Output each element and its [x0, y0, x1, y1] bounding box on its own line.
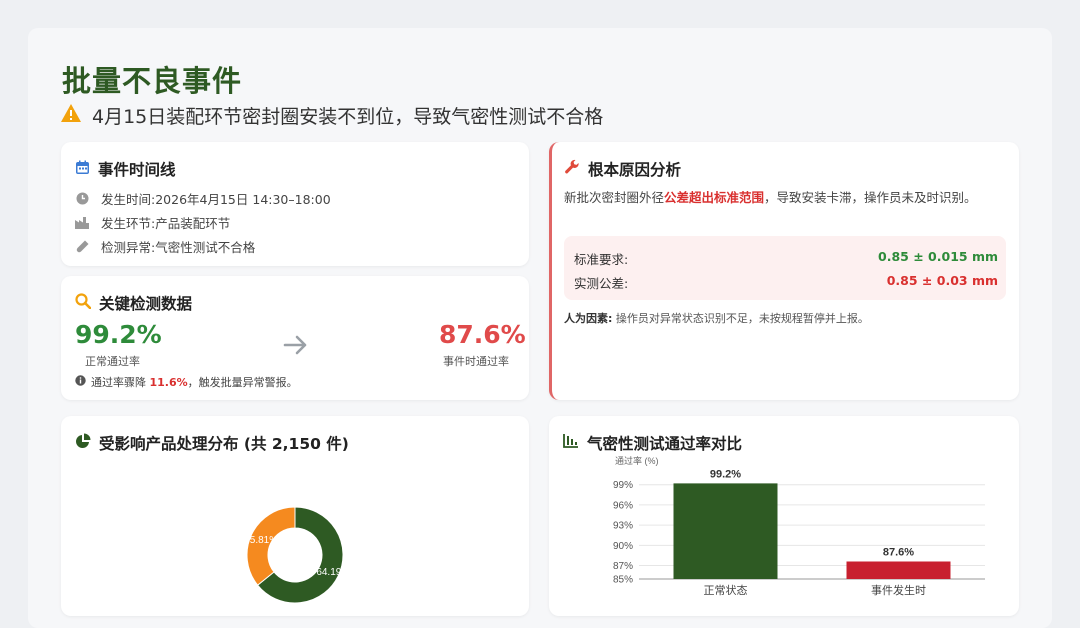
root-cause-text: 新批次密封圈外径公差超出标准范围，导致安装卡滞，操作员未及时识别。 — [564, 187, 1004, 209]
factory-icon — [75, 216, 89, 229]
timeline-card: 事件时间线 发生时间:2026年4月15日 14:30–18:00 发生环节:产… — [61, 142, 529, 266]
comparison-title-text: 气密性测试通过率对比 — [587, 435, 743, 453]
key-data-title: 关键检测数据 — [75, 292, 192, 314]
subtitle-text: 4月15日装配环节密封圈安装不到位，导致气密性测试不合格 — [92, 106, 604, 128]
y-tick-label: 99% — [613, 480, 633, 491]
bar — [846, 561, 951, 579]
key-data-title-text: 关键检测数据 — [99, 295, 193, 313]
time-value: 2026年4月15日 14:30–18:00 — [155, 192, 331, 207]
bar-value-label: 99.2% — [710, 468, 741, 480]
root-cause-text-suffix: ，导致安装卡滞，操作员未及时识别。 — [764, 190, 977, 205]
clock-icon — [75, 192, 89, 205]
wrench-icon — [564, 159, 580, 179]
test-tube-icon — [75, 240, 89, 253]
y-tick-label: 96% — [613, 500, 633, 511]
human-factor-text: 操作员对异常状态识别不足，未按规程暂停并上报。 — [615, 312, 869, 325]
donut-slice — [246, 506, 296, 586]
pie-chart-icon — [75, 433, 91, 453]
slide: 批量不良事件 4月15日装配环节密封圈安装不到位，导致气密性测试不合格 事件时间… — [28, 28, 1052, 628]
donut-slice-label: 64.19 — [316, 567, 341, 578]
note-drop-value: 11.6% — [149, 376, 188, 389]
actual-label: 实测公差: — [574, 276, 629, 291]
page-subtitle: 4月15日装配环节密封圈安装不到位，导致气密性测试不合格 — [60, 102, 603, 129]
root-cause-highlight: 公差超出标准范围 — [664, 190, 765, 205]
human-factor: 人为因素: 操作员对异常状态识别不足，未按规程暂停并上报。 — [564, 310, 869, 326]
comparison-card: 气密性测试通过率对比 通过率 (%) 85% 87% 90% 93% 96% 99% 99.2… — [549, 416, 1019, 616]
distribution-title: 受影响产品处理分布 (共 2,150 件) — [75, 432, 349, 454]
bar-value-label: 87.6% — [883, 546, 914, 558]
y-tick-label: 87% — [613, 561, 633, 572]
timeline-title: 事件时间线 — [75, 158, 176, 180]
y-tick-label: 90% — [613, 541, 633, 552]
bar — [673, 483, 778, 579]
time-label: 发生时间: — [101, 192, 156, 207]
x-tick-label: 事件发生时 — [871, 583, 926, 597]
timeline-title-text: 事件时间线 — [98, 161, 176, 179]
timeline-row-anomaly: 检测异常:气密性测试不合格 — [75, 237, 255, 256]
event-pass-rate: 87.6% — [439, 320, 526, 349]
timeline-row-stage: 发生环节:产品装配环节 — [75, 213, 230, 232]
root-cause-title-text: 根本原因分析 — [588, 161, 682, 179]
note-prefix: 通过率骤降 — [91, 376, 146, 389]
distribution-title-text: 受影响产品处理分布 (共 2,150 件) — [99, 435, 349, 453]
bar-chart: 通过率 (%) 85% 87% 90% 93% 96% 99% 99.2% 正常状态 87.6% 事… — [613, 455, 985, 597]
note-suffix: ，触发批量异常警报。 — [187, 376, 298, 389]
standard-value: 0.85 ± 0.015 mm — [878, 249, 998, 264]
normal-pass-rate-label: 正常通过率 — [85, 355, 140, 368]
root-cause-card: 根本原因分析 新批次密封圈外径公差超出标准范围，导致安装卡滞，操作员未及时识别。… — [549, 142, 1019, 400]
x-tick-label: 正常状态 — [704, 583, 748, 597]
y-tick-label: 85% — [613, 575, 633, 586]
anomaly-label: 检测异常: — [101, 240, 156, 255]
stage-label: 发生环节: — [101, 216, 156, 231]
y-tick-label: 93% — [613, 521, 633, 532]
arrow-right-icon — [283, 334, 309, 360]
actual-value: 0.85 ± 0.03 mm — [886, 273, 998, 288]
donut-slice-label: 35.81% — [244, 535, 278, 546]
info-icon — [75, 375, 86, 389]
stage-value: 产品装配环节 — [155, 216, 231, 231]
timeline-row-time: 发生时间:2026年4月15日 14:30–18:00 — [75, 189, 331, 208]
page-title: 批量不良事件 — [62, 64, 243, 98]
tolerance-box: 标准要求: 0.85 ± 0.015 mm 实测公差: 0.85 ± 0.03 … — [564, 236, 1006, 300]
warning-icon — [60, 103, 82, 128]
calendar-icon — [75, 160, 90, 179]
key-data-card: 关键检测数据 99.2% 正常通过率 87.6% 事件时通过率 通过率骤降 11… — [61, 276, 529, 400]
drop-note: 通过率骤降 11.6%，触发批量异常警报。 — [75, 374, 298, 390]
donut-chart: 64.19 35.81% — [244, 506, 344, 604]
anomaly-value: 气密性测试不合格 — [155, 240, 256, 255]
y-axis-label: 通过率 (%) — [615, 455, 659, 466]
root-cause-text-prefix: 新批次密封圈外径 — [564, 190, 665, 205]
bar-chart-icon — [563, 434, 579, 452]
distribution-card: 受影响产品处理分布 (共 2,150 件) 64.19 35.81% — [61, 416, 529, 616]
root-cause-title: 根本原因分析 — [564, 158, 681, 180]
search-icon — [75, 293, 92, 313]
normal-pass-rate: 99.2% — [75, 320, 162, 349]
comparison-title: 气密性测试通过率对比 — [563, 432, 742, 454]
human-factor-label: 人为因素: — [564, 312, 613, 325]
event-pass-rate-label: 事件时通过率 — [443, 355, 509, 368]
standard-label: 标准要求: — [574, 252, 629, 267]
